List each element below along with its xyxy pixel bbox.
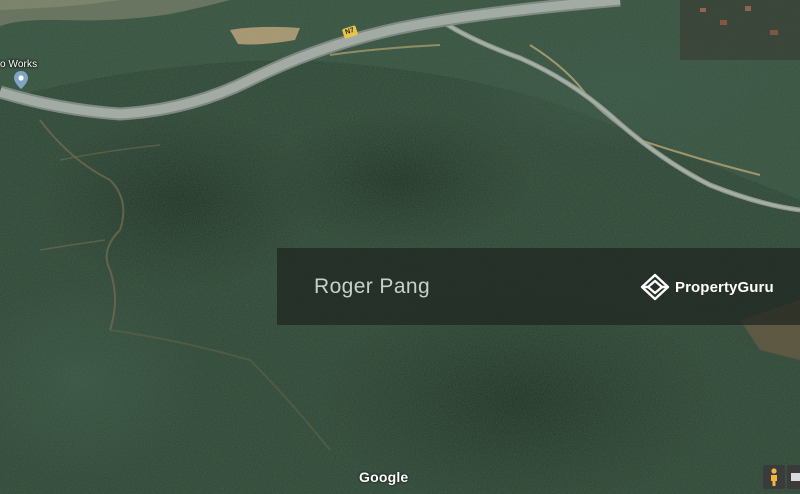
google-logo: Google (359, 469, 409, 485)
propertyguru-logo-icon (640, 273, 670, 301)
place-label[interactable]: o Works (0, 59, 37, 70)
location-pin-icon[interactable] (14, 71, 28, 89)
pegman-icon[interactable] (763, 465, 785, 489)
satellite-map[interactable] (0, 0, 800, 494)
agent-name: Roger Pang (314, 275, 431, 298)
agent-overlay-banner: Roger Pang PropertyGuru (277, 248, 800, 325)
brand-name: PropertyGuru (675, 278, 774, 296)
propertyguru-brand: PropertyGuru (640, 273, 774, 301)
layers-icon[interactable] (787, 465, 800, 489)
